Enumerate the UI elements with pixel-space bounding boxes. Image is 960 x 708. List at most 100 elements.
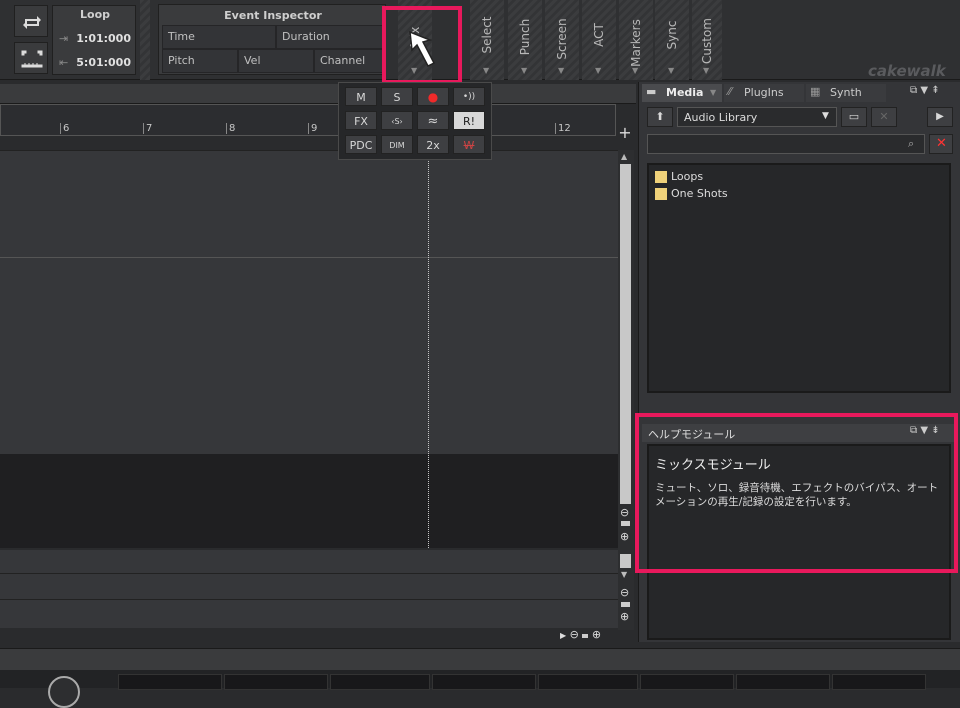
chevron-down-icon: ▼	[668, 66, 675, 75]
chevron-down-icon: ▼	[632, 66, 639, 75]
chevron-down-icon: ▼	[558, 66, 565, 75]
tab-synth[interactable]: ▦ Synth	[806, 84, 886, 102]
scroll-up-icon[interactable]: ▲	[621, 152, 627, 161]
chevron-down-icon: ▼	[822, 111, 829, 121]
zoom-out-icon[interactable]: ⊖	[620, 506, 629, 519]
act-module-strip[interactable]: ACT ▼	[582, 0, 616, 80]
velocity-field[interactable]: Vel	[238, 49, 314, 73]
zoom-in-icon[interactable]: ⊕	[620, 610, 629, 623]
dim-button[interactable]: DIM	[381, 135, 413, 154]
chevron-down-icon: ▼	[703, 66, 710, 75]
list-item[interactable]: One Shots	[655, 186, 855, 202]
console-strip	[0, 670, 960, 708]
custom-module-strip[interactable]: Custom ▼	[692, 0, 722, 80]
parent-folder-button[interactable]: ⬆	[647, 107, 673, 127]
fx-bypass-button[interactable]: FX	[345, 111, 377, 130]
timeline-ruler[interactable]: 6 7 8 9 12	[0, 104, 616, 136]
solo-button[interactable]: S	[381, 87, 413, 106]
loop-start-arrow-icon: ⇥	[59, 32, 69, 45]
zoom-slider[interactable]	[621, 521, 630, 526]
sync-module-strip[interactable]: Sync ▼	[655, 0, 689, 80]
record-arm-button[interactable]: ●	[417, 87, 449, 106]
list-item-label: Loops	[671, 170, 704, 183]
knob-icon[interactable]	[48, 676, 80, 708]
module-gripper[interactable]	[140, 0, 150, 80]
loop-module: Loop ⇥ 1:01:000 ⇤ 5:01:000	[52, 5, 136, 75]
scroll-thumb[interactable]	[620, 164, 631, 504]
ruler-tick-9: 9	[308, 123, 317, 134]
zoom-in-icon[interactable]: ⊕	[592, 628, 601, 641]
loop-icon	[23, 16, 41, 29]
tab-media[interactable]: ▬ Media ▼	[642, 84, 722, 102]
loop-title: Loop	[80, 8, 110, 21]
mute-button[interactable]: M	[345, 87, 377, 106]
zoom-slider[interactable]	[621, 602, 630, 607]
markers-strip-label: Markers	[629, 19, 643, 67]
loop-toggle-button[interactable]	[14, 5, 48, 37]
tab-plugins[interactable]: ⁄⁄ PlugIns	[724, 84, 804, 102]
zoom-out-icon[interactable]: ⊖	[620, 586, 629, 599]
search-icon: ⌕	[908, 137, 915, 150]
bus-scrollbar[interactable]: ▼ ⊖ ⊕	[618, 550, 634, 630]
chevron-down-icon: ▼	[521, 66, 528, 75]
pitch-field[interactable]: Pitch	[162, 49, 238, 73]
chevron-down-icon[interactable]: ▼	[920, 85, 928, 96]
close-icon: ✕	[879, 110, 889, 123]
markers-module-strip[interactable]: Markers ▼	[619, 0, 653, 80]
pdc-button[interactable]: PDC	[345, 135, 377, 154]
horizontal-zoom-controls[interactable]: ▶ ⊖ ⊕	[560, 628, 618, 642]
screen-strip-label: Screen	[555, 18, 569, 60]
solo-override-button[interactable]: ‹S›	[381, 111, 413, 130]
chevron-down-icon: ▼	[710, 88, 717, 97]
select-module-strip[interactable]: Select ▼	[470, 0, 504, 80]
keyboard-icon: ▦	[810, 85, 821, 98]
bus-pane[interactable]	[0, 550, 618, 628]
library-select[interactable]: Audio Library ▼	[677, 107, 837, 127]
custom-strip-label: Custom	[700, 18, 714, 64]
plug-icon: ⁄⁄	[728, 85, 732, 98]
play-small-icon[interactable]: ▶	[560, 631, 566, 640]
track-pane[interactable]	[0, 150, 618, 548]
zoom-slider[interactable]	[582, 634, 589, 638]
tab-media-label: Media	[666, 86, 704, 99]
tab-synth-label: Synth	[830, 86, 862, 99]
time-field[interactable]: Time	[162, 25, 276, 49]
punch-strip-label: Punch	[518, 18, 532, 56]
list-item[interactable]: Loops	[655, 169, 855, 185]
scroll-down-icon[interactable]: ▼	[621, 570, 627, 579]
search-input[interactable]: ⌕	[647, 134, 925, 154]
automation-write-button[interactable]: W	[453, 135, 485, 154]
channel-field[interactable]: Channel	[314, 49, 386, 73]
automation-button[interactable]: ≈	[417, 111, 449, 130]
bus-scroll-thumb[interactable]	[620, 554, 631, 568]
track-view-header	[0, 84, 636, 104]
loop-to-selection-button[interactable]	[14, 42, 48, 74]
bus-row	[0, 550, 618, 574]
loop-start-value[interactable]: 1:01:000	[75, 32, 131, 45]
loop-end-arrow-icon: ⇤	[59, 56, 69, 69]
zoom-in-icon[interactable]: ⊕	[620, 530, 629, 543]
now-time-cursor	[428, 151, 429, 548]
float-icon[interactable]: ⧉	[910, 85, 917, 96]
punch-module-strip[interactable]: Punch ▼	[508, 0, 542, 80]
duration-field[interactable]: Duration	[276, 25, 386, 49]
double-button[interactable]: 2x	[417, 135, 449, 154]
collapse-icon[interactable]: ⇞	[931, 85, 939, 96]
add-track-button[interactable]: +	[618, 125, 632, 142]
event-inspector-title: Event Inspector	[224, 9, 322, 22]
panel-options[interactable]: ⧉ ▼ ⇞	[910, 85, 956, 101]
screen-module-strip[interactable]: Screen ▼	[545, 0, 579, 80]
zoom-out-icon[interactable]: ⊖	[570, 628, 579, 641]
clear-search-button[interactable]: ✕	[929, 134, 953, 154]
input-echo-button[interactable]: •))	[453, 87, 485, 106]
preview-play-button[interactable]: ▶	[927, 107, 953, 127]
ruler-tick-8: 8	[226, 123, 235, 134]
folder-icon	[655, 188, 667, 200]
automation-read-button[interactable]: R!	[453, 111, 485, 130]
file-list[interactable]: Loops One Shots	[647, 163, 951, 393]
delete-content-button[interactable]: ✕	[871, 107, 897, 127]
loop-end-value[interactable]: 5:01:000	[75, 56, 131, 69]
act-strip-label: ACT	[592, 23, 606, 47]
view-options-button[interactable]: ▭	[841, 107, 867, 127]
vertical-scrollbar[interactable]: ▲ ⊖ ⊕	[618, 150, 634, 550]
